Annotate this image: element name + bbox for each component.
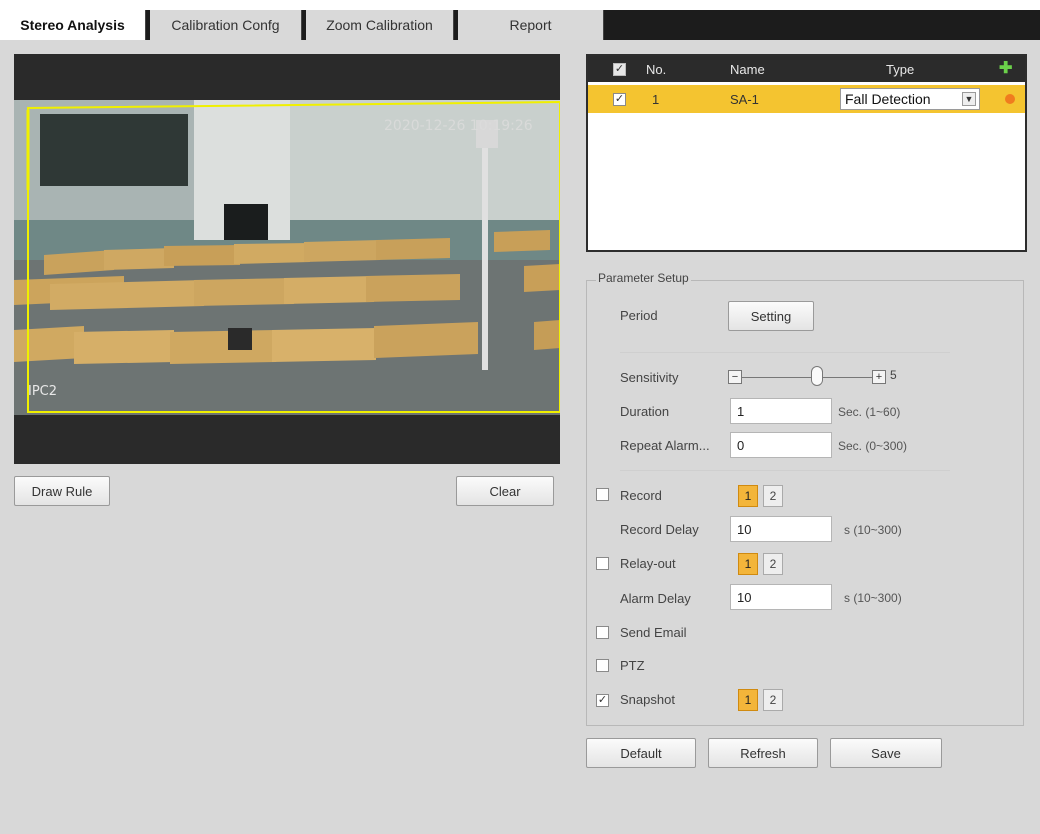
header-name: Name [730, 61, 765, 77]
classroom-video-frame[interactable] [14, 100, 560, 415]
record-label: Record [620, 488, 662, 503]
divider [620, 470, 950, 471]
send-email-label: Send Email [620, 625, 687, 640]
select-all-checkbox[interactable]: ✓ [613, 63, 626, 76]
rule-row[interactable]: ✓ 1 SA-1 Fall Detection ▼ [588, 85, 1025, 113]
rule-type-select[interactable]: Fall Detection ▼ [840, 88, 980, 110]
alarm-delay-hint: s (10~300) [844, 591, 902, 605]
sensitivity-slider-track[interactable] [742, 377, 872, 378]
tab-calibration-config[interactable]: Calibration Confg [150, 10, 302, 40]
alarm-delay-input[interactable]: 10 [730, 584, 832, 610]
chevron-down-icon: ▼ [962, 92, 976, 106]
ptz-checkbox[interactable] [596, 659, 609, 672]
record-delay-hint: s (10~300) [844, 523, 902, 537]
sensitivity-plus-button[interactable]: + [872, 370, 886, 384]
rules-table: ✓ No. Name Type ✚ ✓ 1 SA-1 Fall Detectio… [586, 54, 1027, 252]
tab-bar: Stereo Analysis Calibration Confg Zoom C… [0, 10, 1040, 40]
repeat-alarm-label: Repeat Alarm... [620, 438, 710, 453]
snapshot-label: Snapshot [620, 692, 675, 707]
add-rule-icon[interactable]: ✚ [999, 61, 1012, 77]
save-button[interactable]: Save [830, 738, 942, 768]
snapshot-checkbox[interactable]: ✓ [596, 694, 609, 707]
duration-hint: Sec. (1~60) [838, 405, 901, 419]
period-label: Period [620, 308, 658, 323]
relay-out-checkbox[interactable] [596, 557, 609, 570]
rules-table-header: ✓ No. Name Type ✚ [588, 56, 1025, 82]
osd-channel-name: IPC2 [28, 384, 58, 399]
divider [620, 352, 950, 353]
osd-timestamp: 2020-12-26 10:19:26 [384, 118, 533, 134]
repeat-alarm-hint: Sec. (0~300) [838, 439, 908, 453]
alarm-delay-label: Alarm Delay [620, 591, 691, 606]
delete-rule-icon[interactable] [1005, 94, 1015, 104]
header-no: No. [646, 61, 667, 77]
record-delay-label: Record Delay [620, 522, 699, 537]
repeat-alarm-input[interactable]: 0 [730, 432, 832, 458]
rule-name: SA-1 [730, 91, 759, 107]
rule-no: 1 [652, 91, 660, 107]
tab-stereo-analysis[interactable]: Stereo Analysis [0, 10, 146, 40]
parameter-setup-legend: Parameter Setup [596, 271, 691, 285]
snapshot-channel-1[interactable]: 1 [738, 689, 758, 711]
ptz-label: PTZ [620, 658, 645, 673]
tab-zoom-calibration[interactable]: Zoom Calibration [306, 10, 454, 40]
clear-button[interactable]: Clear [456, 476, 554, 506]
sensitivity-label: Sensitivity [620, 370, 679, 385]
send-email-checkbox[interactable] [596, 626, 609, 639]
tab-report[interactable]: Report [458, 10, 604, 40]
header-type: Type [886, 61, 915, 77]
default-button[interactable]: Default [586, 738, 696, 768]
refresh-button[interactable]: Refresh [708, 738, 818, 768]
sensitivity-slider-thumb[interactable] [811, 366, 823, 386]
duration-input[interactable]: 1 [730, 398, 832, 424]
rule-type-value: Fall Detection [845, 91, 931, 107]
record-channel-2[interactable]: 2 [763, 485, 783, 507]
snapshot-channel-2[interactable]: 2 [763, 689, 783, 711]
record-channel-1[interactable]: 1 [738, 485, 758, 507]
record-checkbox[interactable] [596, 488, 609, 501]
duration-label: Duration [620, 404, 670, 419]
relay-channel-2[interactable]: 2 [763, 553, 783, 575]
record-delay-input[interactable]: 10 [730, 516, 832, 542]
sensitivity-minus-button[interactable]: − [728, 370, 742, 384]
rule-enable-checkbox[interactable]: ✓ [613, 93, 626, 106]
relay-out-label: Relay-out [620, 556, 676, 571]
parameter-setup-group [586, 280, 1024, 726]
sensitivity-value: 5 [890, 368, 897, 382]
period-setting-button[interactable]: Setting [728, 301, 814, 331]
draw-rule-button[interactable]: Draw Rule [14, 476, 110, 506]
relay-channel-1[interactable]: 1 [738, 553, 758, 575]
